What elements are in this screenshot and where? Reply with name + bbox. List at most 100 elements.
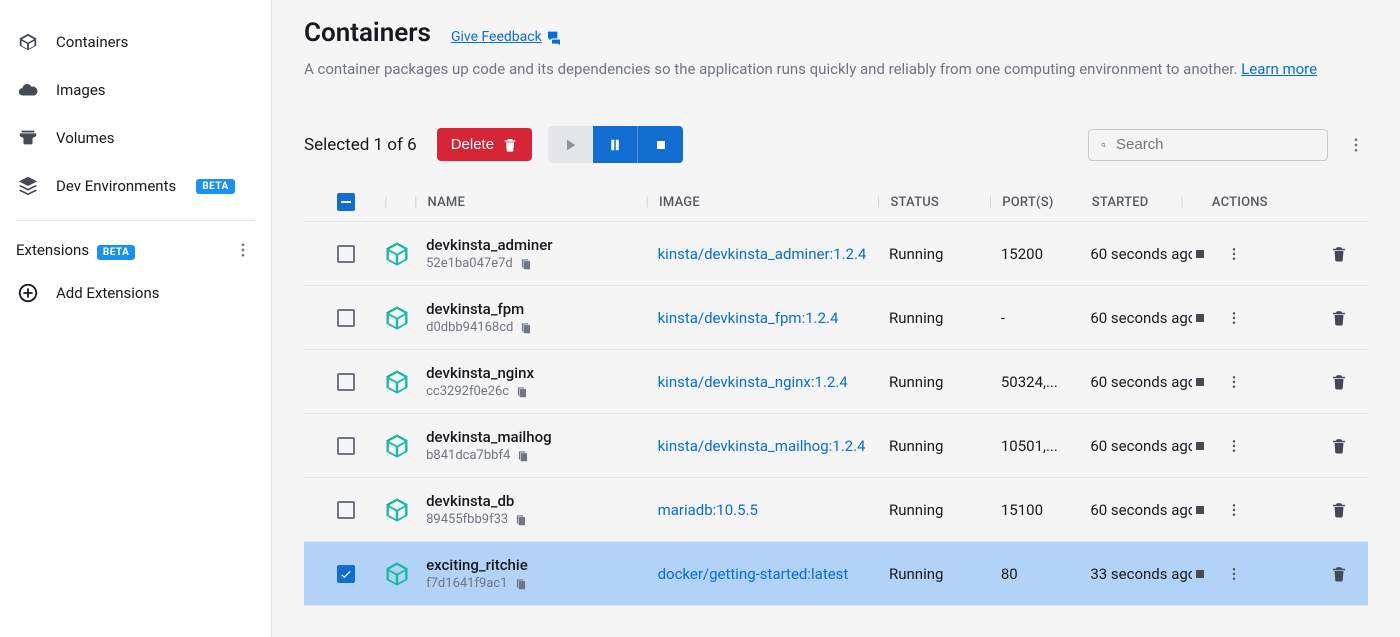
stop-button[interactable] xyxy=(638,126,683,163)
sidebar-item-add-extensions[interactable]: Add Extensions xyxy=(0,269,271,317)
learn-more-link[interactable]: Learn more xyxy=(1241,60,1317,78)
delete-row-button[interactable] xyxy=(1330,501,1348,519)
container-name: devkinsta_db xyxy=(426,492,657,510)
ports-text: 50324,... xyxy=(1001,373,1058,391)
started-text: 60 seconds ago xyxy=(1090,309,1192,327)
image-link[interactable]: docker/getting-started:latest xyxy=(658,565,849,583)
container-id: b841dca7bbf4 xyxy=(426,448,510,463)
stop-button[interactable] xyxy=(1192,438,1208,454)
delete-row-button[interactable] xyxy=(1330,245,1348,263)
column-header: STARTED xyxy=(1092,195,1149,210)
kebab-icon[interactable] xyxy=(231,241,255,259)
container-icon xyxy=(382,304,412,332)
table-row[interactable]: devkinsta_fpm d0dbb94168cd kinsta/devkin… xyxy=(304,285,1368,349)
row-checkbox[interactable] xyxy=(337,437,355,455)
copy-icon[interactable] xyxy=(519,321,533,335)
sidebar-item-volumes[interactable]: Volumes xyxy=(0,114,271,162)
page-subtitle: A container packages up code and its dep… xyxy=(304,60,1368,78)
pause-button[interactable] xyxy=(593,126,638,163)
sidebar-item-dev-environments[interactable]: Dev Environments BETA xyxy=(0,162,271,210)
stop-button[interactable] xyxy=(1192,374,1208,390)
copy-icon[interactable] xyxy=(519,257,533,271)
feedback-icon xyxy=(546,29,562,45)
stop-button[interactable] xyxy=(1192,502,1208,518)
status-text: Running xyxy=(889,373,943,391)
row-checkbox[interactable] xyxy=(337,565,355,583)
sidebar-item-images[interactable]: Images xyxy=(0,66,271,114)
delete-row-button[interactable] xyxy=(1330,565,1348,583)
sidebar-item-containers[interactable]: Containers xyxy=(0,18,271,66)
sidebar-item-label: Volumes xyxy=(56,129,115,147)
copy-icon[interactable] xyxy=(514,577,528,591)
selected-count: Selected 1 of 6 xyxy=(304,135,417,155)
delete-row-button[interactable] xyxy=(1330,309,1348,327)
ports-text: 15200 xyxy=(1001,245,1043,263)
stop-button[interactable] xyxy=(1192,310,1208,326)
row-checkbox[interactable] xyxy=(337,245,355,263)
table-row[interactable]: devkinsta_mailhog b841dca7bbf4 kinsta/de… xyxy=(304,413,1368,477)
stop-icon xyxy=(653,137,669,153)
table-row[interactable]: exciting_ritchie f7d1641f9ac1 docker/get… xyxy=(304,541,1368,606)
more-actions-button[interactable] xyxy=(1226,374,1242,390)
started-text: 60 seconds ago xyxy=(1090,373,1192,391)
play-button[interactable] xyxy=(548,126,593,163)
more-actions-button[interactable] xyxy=(1226,246,1242,262)
copy-icon[interactable] xyxy=(515,385,529,399)
delete-row-button[interactable] xyxy=(1330,373,1348,391)
row-checkbox[interactable] xyxy=(337,309,355,327)
container-name: devkinsta_nginx xyxy=(426,364,657,382)
more-actions-button[interactable] xyxy=(1226,566,1242,582)
divider xyxy=(16,220,255,221)
search-icon xyxy=(1101,136,1106,154)
stop-button[interactable] xyxy=(1192,246,1208,262)
row-checkbox[interactable] xyxy=(337,501,355,519)
image-link[interactable]: kinsta/devkinsta_fpm:1.2.4 xyxy=(658,309,839,327)
container-icon xyxy=(382,432,412,460)
image-link[interactable]: kinsta/devkinsta_adminer:1.2.4 xyxy=(658,245,867,263)
image-link[interactable]: mariadb:10.5.5 xyxy=(658,501,758,519)
kebab-icon[interactable] xyxy=(1344,136,1368,154)
plus-circle-icon xyxy=(16,281,40,305)
column-header: IMAGE xyxy=(659,195,700,210)
cloud-icon xyxy=(16,78,40,102)
give-feedback-link[interactable]: Give Feedback xyxy=(451,29,562,45)
status-text: Running xyxy=(889,565,943,583)
play-icon xyxy=(561,136,579,154)
sidebar-item-label: Containers xyxy=(56,33,128,51)
container-id: cc3292f0e26c xyxy=(426,384,509,399)
table-row[interactable]: devkinsta_adminer 52e1ba047e7d kinsta/de… xyxy=(304,221,1368,285)
column-header: ACTIONS xyxy=(1212,195,1268,210)
started-text: 33 seconds ago xyxy=(1090,565,1192,583)
column-header: PORT(S) xyxy=(1002,195,1053,210)
more-actions-button[interactable] xyxy=(1226,502,1242,518)
pause-icon xyxy=(606,136,624,154)
delete-row-button[interactable] xyxy=(1330,437,1348,455)
container-name: exciting_ritchie xyxy=(426,556,657,574)
more-actions-button[interactable] xyxy=(1226,310,1242,326)
column-header: STATUS xyxy=(890,195,939,210)
container-icon xyxy=(382,240,412,268)
more-actions-button[interactable] xyxy=(1226,438,1242,454)
image-link[interactable]: kinsta/devkinsta_nginx:1.2.4 xyxy=(658,373,848,391)
column-header: NAME xyxy=(428,195,465,210)
trash-icon xyxy=(502,137,518,153)
copy-icon[interactable] xyxy=(514,513,528,527)
copy-icon[interactable] xyxy=(516,449,530,463)
container-name: devkinsta_mailhog xyxy=(426,428,657,446)
row-checkbox[interactable] xyxy=(337,373,355,391)
search-input-wrapper[interactable] xyxy=(1088,129,1328,161)
container-icon xyxy=(382,368,412,396)
table-row[interactable]: devkinsta_db 89455fbb9f33 mariadb:10.5.5… xyxy=(304,477,1368,541)
container-id: 89455fbb9f33 xyxy=(426,512,508,527)
search-input[interactable] xyxy=(1116,136,1315,153)
stop-button[interactable] xyxy=(1192,566,1208,582)
delete-button[interactable]: Delete xyxy=(437,128,532,161)
sidebar-item-label: Add Extensions xyxy=(56,284,160,302)
container-icon xyxy=(16,30,40,54)
table-row[interactable]: devkinsta_nginx cc3292f0e26c kinsta/devk… xyxy=(304,349,1368,413)
stack-icon xyxy=(16,174,40,198)
started-text: 60 seconds ago xyxy=(1090,501,1192,519)
ports-text: 80 xyxy=(1001,565,1018,583)
image-link[interactable]: kinsta/devkinsta_mailhog:1.2.4 xyxy=(658,437,866,455)
select-all-checkbox[interactable] xyxy=(337,193,355,211)
